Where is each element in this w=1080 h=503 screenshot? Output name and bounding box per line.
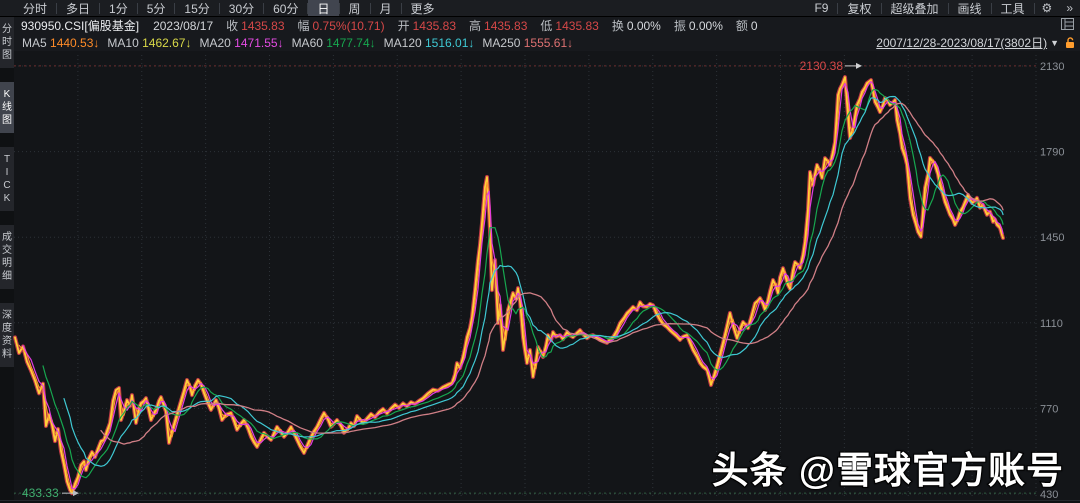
y-axis-tick: 1790 bbox=[1040, 147, 1064, 159]
y-axis-tick: 1450 bbox=[1040, 232, 1064, 244]
series-MA250 bbox=[100, 102, 1004, 445]
high-annotation: 2130.38 bbox=[800, 59, 844, 73]
series-MA60 bbox=[42, 88, 1004, 479]
y-axis-tick: 2130 bbox=[1040, 61, 1064, 73]
series-MA20 bbox=[22, 80, 1004, 490]
watermark: 头条 @雪球官方账号 bbox=[711, 449, 1065, 492]
y-axis-tick: 770 bbox=[1040, 403, 1058, 415]
bottom-frame-line bbox=[0, 500, 1080, 501]
series-close bbox=[14, 76, 1004, 495]
y-axis-tick: 1110 bbox=[1040, 318, 1063, 330]
kline-chart[interactable]: 21301790145011107704302130.38433.33 bbox=[0, 0, 1080, 503]
series-candle-band bbox=[13, 75, 1005, 496]
low-annotation: 433.33 bbox=[22, 486, 59, 500]
